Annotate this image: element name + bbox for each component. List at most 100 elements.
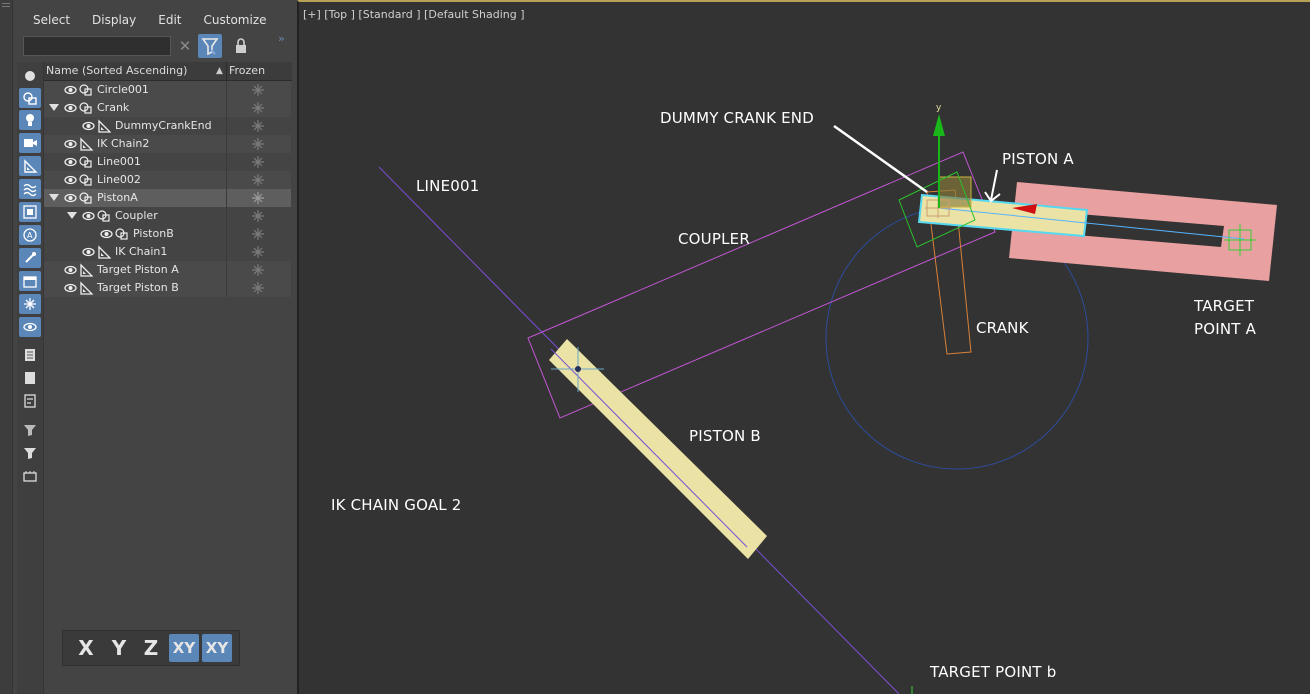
lock-icon[interactable] (232, 36, 250, 56)
frozen-snowflake-icon[interactable] (251, 209, 265, 223)
frozen-snowflake-icon[interactable] (251, 119, 265, 133)
visibility-eye-icon[interactable] (64, 282, 77, 294)
spacewarps-filter-icon[interactable] (19, 179, 41, 199)
tree-row-line001[interactable]: Line001 (44, 153, 291, 171)
axis-y-button[interactable]: Y (106, 634, 132, 662)
visibility-eye-icon[interactable] (64, 84, 77, 96)
tree-row-label: Crank (97, 101, 130, 114)
frozen-column-header[interactable]: Frozen (229, 62, 265, 80)
shape-object-icon (79, 84, 92, 96)
tree-row-crank[interactable]: Crank (44, 99, 291, 117)
lights-filter-icon[interactable] (19, 110, 41, 130)
panel-grip[interactable] (0, 0, 13, 694)
tree-row-label: IK Chain1 (115, 245, 168, 258)
tree-row-coupler[interactable]: Coupler (44, 207, 291, 225)
visibility-eye-icon[interactable] (64, 192, 77, 204)
axis-xy-button[interactable]: XY (169, 634, 199, 662)
frozen-snowflake-icon[interactable] (251, 155, 265, 169)
frozen-snowflake-icon[interactable] (251, 83, 265, 97)
viewport-top[interactable]: y x [+] [Top ] [Standard ] [Default Shad… (297, 0, 1310, 694)
search-input[interactable] (23, 36, 171, 56)
annotation-arrow-piston-a (990, 169, 998, 201)
helpers-filter-icon[interactable] (19, 156, 41, 176)
axis-xy-flyout-label: XY (205, 639, 229, 657)
helper-object-icon (80, 137, 93, 151)
list-none-icon[interactable] (19, 368, 41, 388)
bones-filter-icon[interactable] (19, 248, 41, 268)
frozen-snowflake-icon[interactable] (251, 263, 265, 277)
dummy-crank-end-box[interactable] (938, 176, 972, 208)
tree-row-circle001[interactable]: Circle001 (44, 81, 291, 99)
helper-object-icon (98, 245, 111, 259)
tree-row-pistonb[interactable]: PistonB (44, 225, 291, 243)
visibility-eye-icon[interactable] (64, 138, 77, 150)
menu-display[interactable]: Display (81, 10, 147, 30)
frozen-snowflake-icon[interactable] (251, 245, 265, 259)
filter-funnel-icon[interactable] (19, 420, 41, 440)
annotation-target-point-a: TARGET (1194, 297, 1255, 315)
annotation-target-point-b: TARGET POINT b (930, 663, 1057, 681)
explorer-menubar: Select Display Edit Customize (22, 10, 278, 30)
viewport-scene[interactable]: y x (299, 2, 1310, 694)
frozen-snowflake-icon[interactable] (251, 227, 265, 241)
expand-triangle-icon[interactable] (49, 194, 59, 201)
menu-edit[interactable]: Edit (147, 10, 192, 30)
visibility-eye-icon[interactable] (82, 246, 95, 258)
expand-triangle-icon[interactable] (67, 212, 77, 219)
sort-ascending-icon[interactable]: ▲ (216, 62, 223, 80)
visibility-eye-icon[interactable] (64, 102, 77, 114)
visibility-eye-icon[interactable] (82, 120, 95, 132)
hidden-filter-icon[interactable] (19, 317, 41, 337)
visibility-eye-icon[interactable] (64, 264, 77, 276)
xrefs-filter-icon[interactable]: A (19, 225, 41, 245)
visibility-eye-icon[interactable] (64, 156, 77, 168)
axis-x-button[interactable]: X (73, 634, 99, 662)
scene-tree: Name (Sorted Ascending) ▲ Frozen Circle0… (44, 62, 292, 694)
frozen-snowflake-icon[interactable] (251, 281, 265, 295)
scene-explorer: Select Display Edit Customize ✕ » A Name… (0, 0, 296, 694)
panel-expand-icon[interactable]: » (278, 32, 285, 45)
tree-row-dummycrankend[interactable]: DummyCrankEnd (44, 117, 291, 135)
name-column-header[interactable]: Name (Sorted Ascending) (46, 62, 227, 80)
menu-customize[interactable]: Customize (193, 10, 278, 30)
visibility-eye-icon[interactable] (100, 228, 113, 240)
filter-funnel-2-icon[interactable] (19, 443, 41, 463)
expand-triangle-icon[interactable] (49, 104, 59, 111)
geometry-filter-icon[interactable] (19, 88, 41, 108)
containers-filter-icon[interactable] (19, 271, 41, 291)
viewport-label[interactable]: [+] [Top ] [Standard ] [Default Shading … (303, 8, 525, 21)
list-all-icon[interactable] (19, 345, 41, 365)
visibility-eye-icon[interactable] (64, 174, 77, 186)
annotation-piston-b: PISTON B (689, 427, 761, 445)
frozen-filter-icon[interactable] (19, 294, 41, 314)
list-invert-icon[interactable] (19, 391, 41, 411)
frozen-snowflake-icon[interactable] (251, 101, 265, 115)
groups-filter-icon[interactable] (19, 202, 41, 222)
tree-row-pistona[interactable]: PistonA (44, 189, 291, 207)
visibility-eye-icon[interactable] (82, 210, 95, 222)
tree-row-line002[interactable]: Line002 (44, 171, 291, 189)
menu-select[interactable]: Select (22, 10, 81, 30)
frozen-snowflake-icon[interactable] (251, 191, 265, 205)
tree-row-target-piston-a[interactable]: Target Piston A (44, 261, 291, 279)
tree-row-label: Target Piston B (97, 281, 179, 294)
clear-search-icon[interactable]: ✕ (176, 36, 194, 56)
axis-xy-flyout-button[interactable]: XY (202, 634, 232, 662)
axis-z-button[interactable]: Z (138, 634, 164, 662)
cameras-filter-icon[interactable] (19, 133, 41, 153)
explorer-filter-toolbar: A (17, 62, 44, 694)
name-column-label: Name (Sorted Ascending) (46, 64, 188, 77)
filter-toggle-button[interactable] (198, 34, 222, 58)
tree-row-label: Coupler (115, 209, 158, 222)
piston-b-box[interactable] (549, 339, 767, 559)
tree-row-target-piston-b[interactable]: Target Piston B (44, 279, 291, 297)
layer-icon[interactable] (19, 466, 41, 486)
axis-constraints-toolbar: X Y Z XY XY (62, 630, 240, 666)
frozen-snowflake-icon[interactable] (251, 137, 265, 151)
tree-row-ikchain1[interactable]: IK Chain1 (44, 243, 291, 261)
frozen-snowflake-icon[interactable] (251, 173, 265, 187)
helper-object-icon (98, 119, 111, 133)
display-none-icon[interactable] (19, 66, 41, 86)
geometry-object-icon (79, 102, 92, 114)
tree-row-ikchain2[interactable]: IK Chain2 (44, 135, 291, 153)
